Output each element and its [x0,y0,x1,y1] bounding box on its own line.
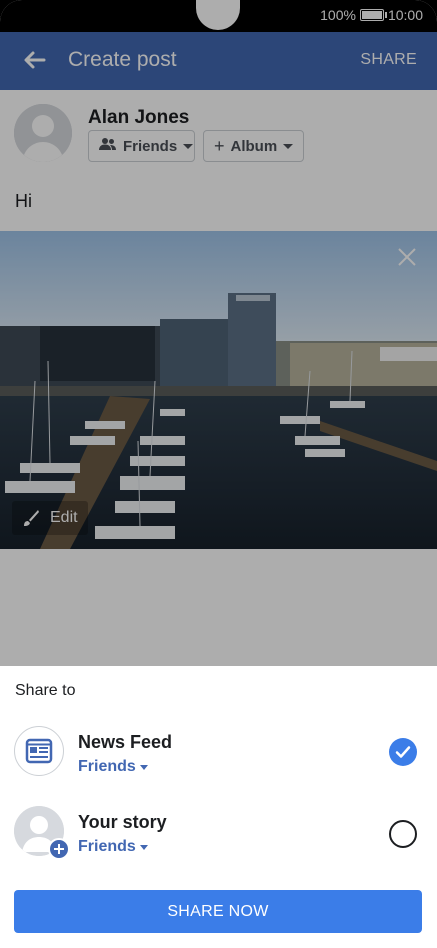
news-feed-icon [14,726,64,776]
checked-icon[interactable] [389,738,417,766]
audience-dropdown[interactable]: Friends [78,838,148,856]
sheet-title: Share to [15,682,76,699]
unchecked-radio-icon[interactable] [389,820,417,848]
share-now-button[interactable]: SHARE NOW [14,890,422,933]
audience-dropdown[interactable]: Friends [78,758,148,776]
option-news-feed[interactable]: News Feed Friends [0,726,437,790]
option-label: Your story [78,812,167,832]
dim-overlay[interactable] [0,0,437,666]
screen: 100% 10:00 Create post SHARE Alan Jones … [0,0,437,948]
audience-label: Friends [78,758,136,775]
story-avatar-icon [14,806,70,860]
chevron-down-icon [139,764,148,770]
audience-label: Friends [78,838,136,855]
share-sheet: Share to News Feed Friends Your story Fr… [0,666,437,948]
chevron-down-icon [139,844,148,850]
option-your-story[interactable]: Your story Friends [0,806,437,870]
option-label: News Feed [78,732,173,752]
